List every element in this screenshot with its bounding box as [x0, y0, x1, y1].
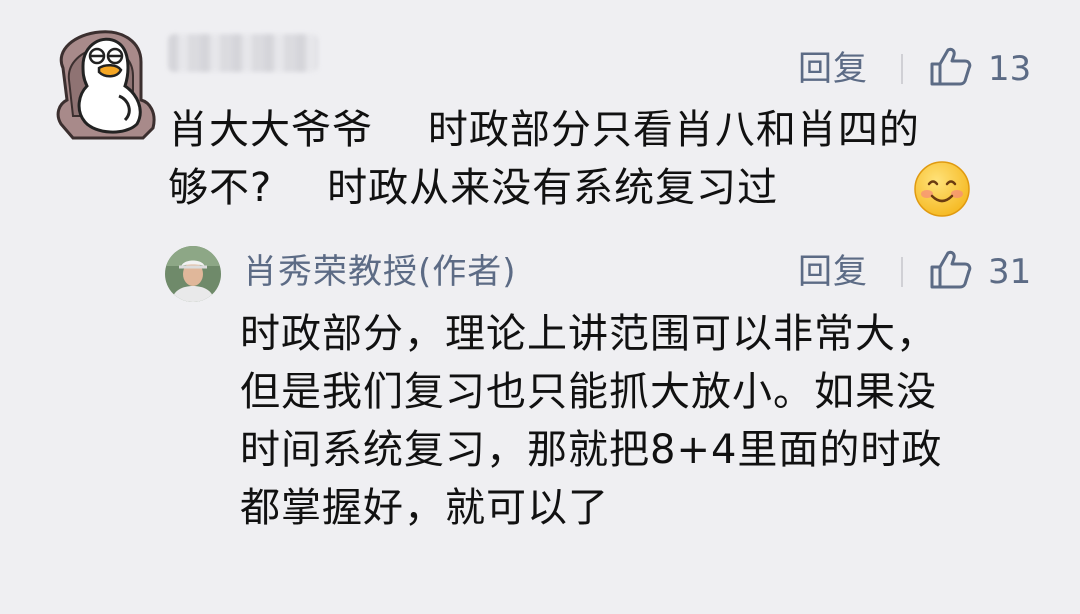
comment-text-line: 够不? 时政从来没有系统复习过	[168, 165, 779, 211]
reply-button[interactable]: 回复	[798, 52, 868, 86]
reply-text-line: 时间系统复习，那就把8+4里面的时政	[240, 427, 943, 473]
action-divider	[901, 54, 903, 84]
action-divider	[901, 257, 903, 287]
reply-text-line: 都掌握好，就可以了	[240, 485, 609, 531]
thumbs-up-icon[interactable]	[928, 46, 972, 88]
smiling-face-emoji-icon	[913, 160, 971, 218]
thumbs-up-icon[interactable]	[928, 249, 972, 291]
reply-text-line: 时政部分，理论上讲范围可以非常大，	[240, 311, 937, 357]
comment-text-line: 肖大大爷爷 时政部分只看肖八和肖四的	[168, 107, 920, 153]
like-count: 31	[988, 252, 1032, 292]
commenter-username-blurred[interactable]	[168, 34, 318, 72]
like-count: 13	[988, 49, 1032, 89]
reply-button[interactable]: 回复	[798, 255, 868, 289]
author-name[interactable]: 肖秀荣教授(作者)	[243, 255, 517, 289]
commenter-avatar[interactable]	[45, 20, 167, 142]
author-avatar[interactable]	[165, 246, 221, 302]
reply-text-line: 但是我们复习也只能抓大放小。如果没	[240, 369, 937, 415]
